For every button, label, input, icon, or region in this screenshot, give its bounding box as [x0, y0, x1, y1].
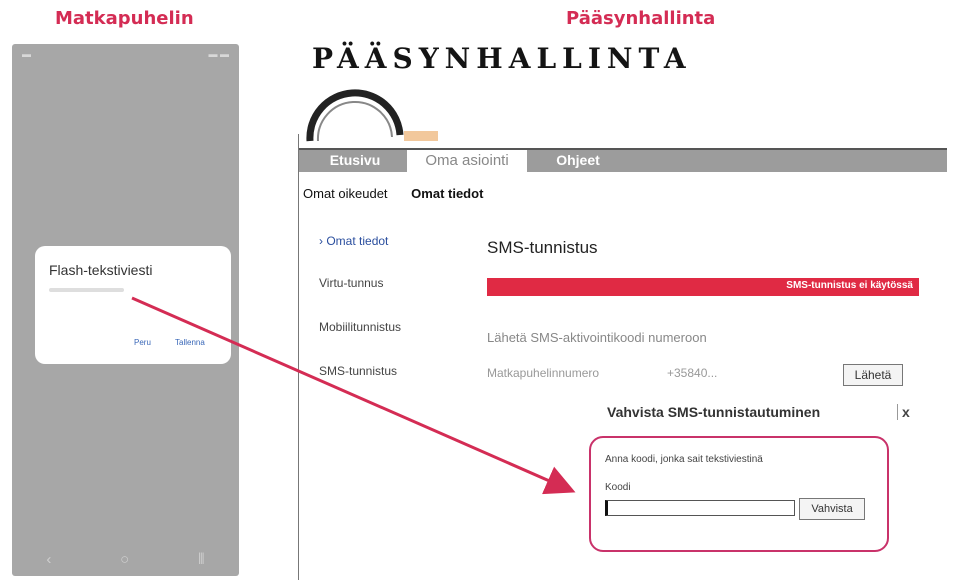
phone-status-bar: ▬ ▬ ▬ — [12, 44, 239, 64]
tab-help[interactable]: Ohjeet — [533, 150, 623, 172]
phone-nav-bar: ‹ ○ ⦀ — [12, 546, 239, 572]
phone-number-label: Matkapuhelinnumero — [487, 366, 600, 380]
page-title: SMS-tunnistus — [487, 238, 598, 257]
code-input[interactable] — [605, 500, 795, 516]
subnav-own-rights[interactable]: Omat oikeudet — [303, 186, 388, 201]
sub-navigation: Omat oikeudet Omat tiedot — [303, 186, 503, 201]
sidebar-item-sms[interactable]: SMS-tunnistus — [319, 364, 397, 378]
confirm-code-box: Anna koodi, jonka sait tekstiviestinä Ko… — [589, 436, 889, 552]
dialog-message — [49, 288, 124, 292]
phone-number-value: +35840... — [667, 366, 718, 380]
confirm-instruction: Anna koodi, jonka sait tekstiviestinä — [605, 454, 763, 465]
sidebar-item-mobile-auth[interactable]: Mobiilitunnistus — [319, 320, 401, 334]
status-banner: SMS-tunnistus ei käytössä — [487, 278, 919, 296]
sidebar-item-label: Omat tiedot — [326, 234, 389, 248]
status-text: SMS-tunnistus ei käytössä — [786, 280, 913, 291]
subnav-own-info[interactable]: Omat tiedot — [411, 186, 483, 201]
battery-icon: ▬ ▬ — [208, 49, 229, 59]
send-code-text: Lähetä SMS-aktivointikoodi numeroon — [487, 330, 707, 345]
tab-home[interactable]: Etusivu — [307, 150, 403, 172]
tab-own-services[interactable]: Oma asiointi — [407, 150, 527, 172]
caption-access-management: Pääsynhallinta — [566, 8, 716, 29]
logo-text: PÄÄSYNHALLINTA — [312, 42, 692, 75]
web-portal: Etusivu Oma asiointi Ohjeet Omat oikeude… — [298, 134, 947, 580]
flash-sms-dialog: Flash-tekstiviesti Peru Tallenna — [35, 246, 231, 364]
clock-icon: ▬ — [22, 49, 31, 59]
send-button[interactable]: Lähetä — [843, 364, 903, 386]
tab-bar: Etusivu Oma asiointi Ohjeet — [299, 148, 947, 172]
phone-screen: ▬ ▬ ▬ Flash-tekstiviesti Peru Tallenna ‹… — [12, 44, 239, 576]
save-button[interactable]: Tallenna — [175, 338, 205, 347]
code-label: Koodi — [605, 482, 631, 493]
sidebar-item-own-info[interactable]: › Omat tiedot — [319, 234, 388, 248]
back-icon[interactable]: ‹ — [46, 551, 51, 568]
caption-mobile: Matkapuhelin — [55, 8, 194, 29]
cancel-button[interactable]: Peru — [134, 338, 151, 347]
home-icon[interactable]: ○ — [120, 551, 129, 568]
confirm-button[interactable]: Vahvista — [799, 498, 865, 520]
dialog-title: Flash-tekstiviesti — [49, 262, 153, 278]
sidebar-item-virtu[interactable]: Virtu-tunnus — [319, 276, 383, 290]
recents-icon[interactable]: ⦀ — [198, 551, 205, 568]
confirm-dialog-title: Vahvista SMS-tunnistautuminen — [607, 404, 821, 420]
close-icon[interactable]: x — [897, 404, 910, 420]
